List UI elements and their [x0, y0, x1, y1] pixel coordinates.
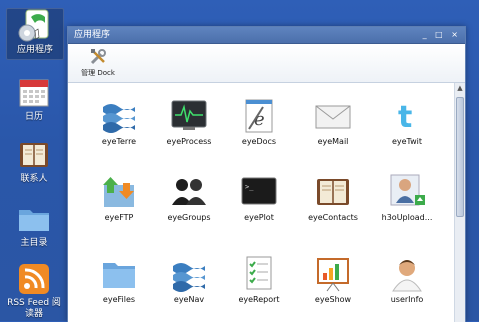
address-book-icon — [317, 179, 349, 205]
tools-icon — [90, 49, 106, 65]
app-label: eyeFiles — [102, 295, 136, 304]
process-monitor-icon — [171, 100, 207, 130]
checklist-icon — [246, 256, 272, 290]
window-controls[interactable]: _ □ × — [423, 27, 461, 43]
manage-dock-label: 管理 Dock — [81, 69, 115, 77]
user-upload-icon — [390, 174, 425, 206]
app-label: eyeNav — [173, 295, 205, 304]
app-userinfo[interactable]: userInfo — [370, 255, 444, 304]
desktop-icon-label: 应用程序 — [16, 45, 53, 55]
app-eyeftp[interactable]: eyeFTP — [82, 173, 156, 222]
scroll-up-arrow-icon[interactable]: ▲ — [455, 83, 465, 93]
ftp-arrows-icon — [103, 177, 134, 207]
app-eyetwit[interactable]: t eyeTwit — [370, 97, 444, 146]
window-title: 应用程序 — [74, 30, 111, 40]
svg-text:>_: >_ — [245, 183, 254, 191]
scrollbar-thumb[interactable] — [456, 97, 464, 217]
waves-icon — [103, 104, 135, 133]
svg-text:t: t — [398, 100, 412, 135]
app-eyeterre[interactable]: eyeTerre — [82, 97, 156, 146]
user-icon — [392, 260, 422, 292]
terminal-icon: >_ — [241, 177, 277, 205]
envelope-icon — [315, 105, 351, 129]
desktop-icon-label: 联系人 — [20, 174, 48, 184]
desktop-icon-home[interactable]: 主目录 — [6, 202, 62, 249]
document-edit-icon: e — [245, 99, 273, 133]
desktop-icon-applications[interactable]: 应用程序 — [6, 8, 64, 60]
folder-icon — [103, 263, 135, 288]
desktop-icon-label: RSS Feed 阅读器 — [7, 298, 61, 319]
app-eyegroups[interactable]: eyeGroups — [152, 173, 226, 222]
app-eyedocs[interactable]: e eyeDocs — [222, 97, 296, 146]
app-label: eyeTwit — [391, 137, 423, 146]
window-toolbar: 管理 Dock — [68, 44, 465, 83]
app-label: eyeTerre — [101, 137, 137, 146]
desktop-icon-calendar[interactable]: 日历 — [6, 76, 62, 123]
folder-icon — [19, 210, 49, 231]
presentation-icon — [317, 258, 349, 292]
app-label: eyeDocs — [241, 137, 277, 146]
vertical-scrollbar[interactable]: ▲ — [454, 83, 465, 322]
app-label: eyeGroups — [167, 213, 211, 222]
group-icon — [172, 179, 206, 205]
calendar-icon — [19, 79, 49, 107]
desktop-icon-label: 日历 — [24, 112, 43, 122]
app-eyemail[interactable]: eyeMail — [296, 97, 370, 146]
app-eyereport[interactable]: eyeReport — [222, 255, 296, 304]
rss-icon — [19, 264, 49, 294]
app-eyecontacts[interactable]: eyeContacts — [296, 173, 370, 222]
window-titlebar[interactable]: 应用程序 _ □ × — [68, 27, 465, 44]
app-label: eyeProcess — [166, 137, 212, 146]
applications-window: 应用程序 _ □ × 管理 Dock eyeTerre eyeProcess e… — [67, 26, 466, 322]
app-h3oupload[interactable]: h3oUpload... — [370, 173, 444, 222]
desktop-icon-label: 主目录 — [20, 238, 48, 248]
apps-grid: eyeTerre eyeProcess e eyeDocs eyeMail t … — [68, 83, 455, 322]
app-label: eyeShow — [314, 295, 352, 304]
applications-icon — [18, 9, 49, 42]
manage-dock-button[interactable]: 管理 Dock — [76, 48, 120, 78]
desktop-icon-contacts[interactable]: 联系人 — [6, 138, 62, 185]
app-eyefiles[interactable]: eyeFiles — [82, 255, 156, 304]
app-label: userInfo — [390, 295, 424, 304]
twitter-icon: t — [398, 100, 412, 135]
waves-icon — [173, 263, 205, 292]
app-eyenav[interactable]: eyeNav — [152, 255, 226, 304]
app-label: h3oUpload... — [381, 213, 433, 222]
app-label: eyeMail — [317, 137, 349, 146]
desktop-icon-rss-reader[interactable]: RSS Feed 阅读器 — [6, 262, 62, 320]
app-eyeplot[interactable]: >_ eyePlot — [222, 173, 296, 222]
app-eyeprocess[interactable]: eyeProcess — [152, 97, 226, 146]
app-eyeshow[interactable]: eyeShow — [296, 255, 370, 304]
app-label: eyeFTP — [104, 213, 134, 222]
address-book-icon — [20, 143, 48, 167]
app-label: eyeContacts — [308, 213, 358, 222]
app-label: eyePlot — [244, 213, 274, 222]
app-label: eyeReport — [238, 295, 280, 304]
